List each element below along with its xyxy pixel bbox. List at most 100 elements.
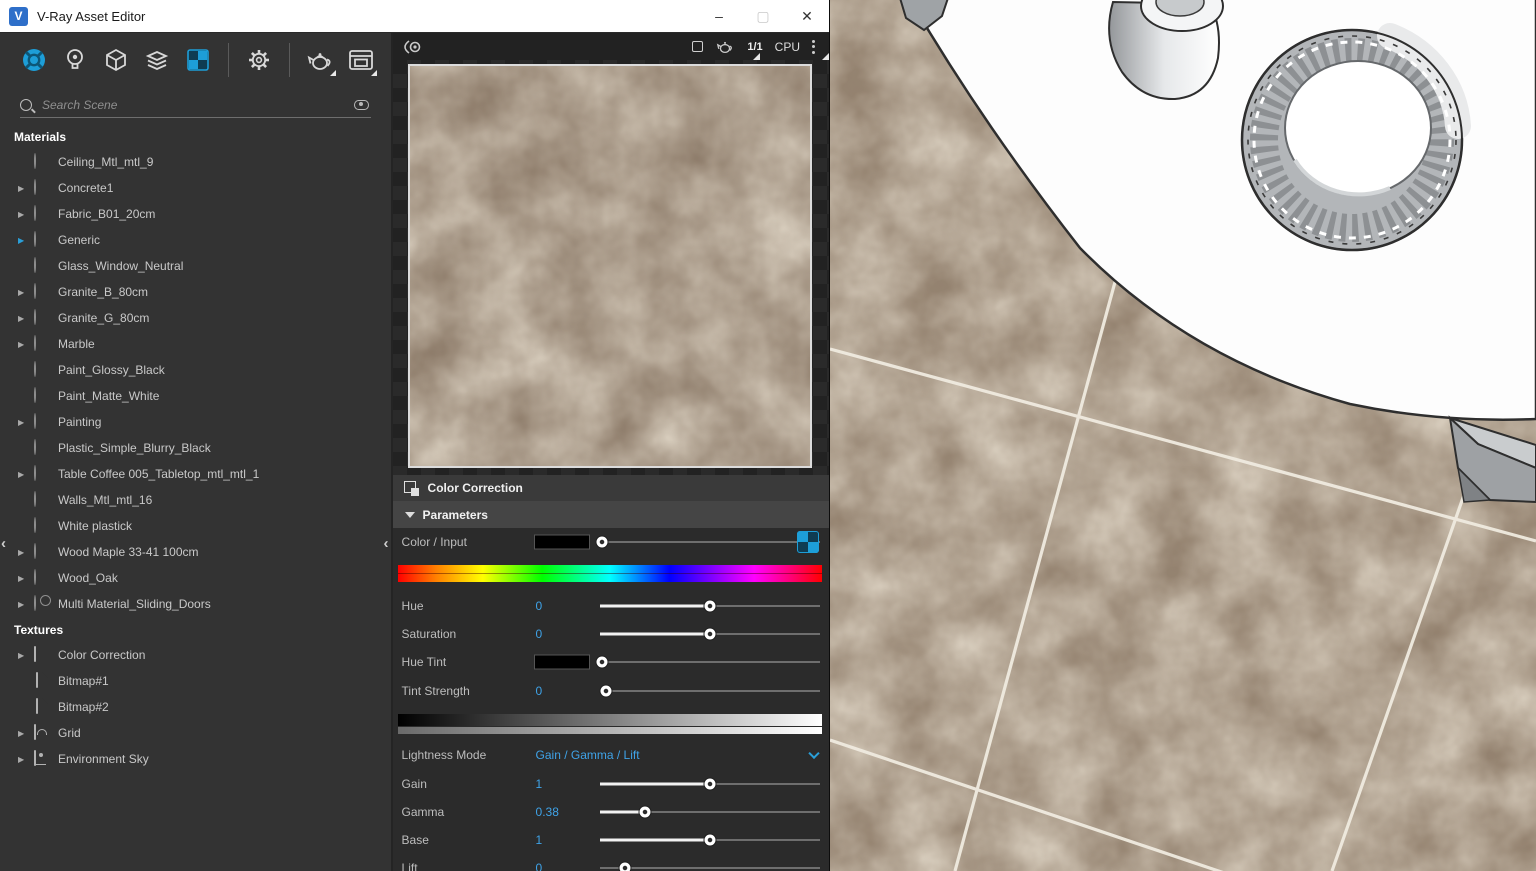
lift-value[interactable]: 0 [536,861,543,871]
saturation-slider[interactable] [599,620,820,648]
frame-buffer-dropdown-corner[interactable] [371,69,377,76]
texture-preview-image[interactable] [407,64,812,468]
frame-buffer-button[interactable] [347,46,377,76]
expand-arrow-icon[interactable]: ▶ [18,600,30,609]
texture-item[interactable]: ▶ Environment Sky [0,746,391,772]
material-item[interactable]: ▶ Paint_Matte_White [0,383,391,409]
materials-tab-icon[interactable] [20,46,48,74]
tint-strength-value[interactable]: 0 [536,684,543,698]
frame-dropdown-corner[interactable] [752,53,760,60]
panel-corner-handle[interactable] [822,53,829,60]
asset-list-panel: Materials ▶ Ceiling_Mtl_mtl_9 ▶ [0,33,393,871]
expand-arrow-icon[interactable]: ▶ [18,314,30,323]
material-item-label: Table Coffee 005_Tabletop_mtl_mtl_1 [58,467,260,481]
expand-arrow-icon[interactable]: ▶ [18,236,30,245]
material-item[interactable]: ▶ Paint_Glossy_Black [0,357,391,383]
texture-item[interactable]: ▶ Bitmap#2 [0,694,391,720]
visibility-filter-icon[interactable] [353,99,369,110]
material-item[interactable]: ▶ Granite_G_80cm [0,305,391,331]
geometry-tab-icon[interactable] [102,46,130,74]
material-item[interactable]: ▶ Wood Maple 33-41 100cm [0,539,391,565]
preview-rotate-icon[interactable] [403,39,425,55]
expand-arrow-icon[interactable]: ▶ [18,184,30,193]
frame-count-dropdown[interactable]: 1/1 [747,41,762,53]
lightness-gradient-row [393,706,829,740]
material-item[interactable]: ▶ Plastic_Simple_Blurry_Black [0,435,391,461]
material-item[interactable]: ▶ Glass_Window_Neutral [0,253,391,279]
search-input[interactable] [40,96,354,113]
expand-arrow-icon[interactable]: ▶ [18,729,30,738]
material-item[interactable]: ▶ Wood_Oak [0,565,391,591]
material-item[interactable]: ▶ Concrete1 [0,175,391,201]
expand-arrow-icon[interactable]: ▶ [18,548,30,557]
kebab-menu-icon[interactable] [812,39,815,54]
lightness-mode-dropdown-chevron[interactable] [807,747,820,760]
texture-slot-button[interactable] [796,531,819,553]
hue-tint-slider[interactable] [596,648,820,676]
textures-tab-icon[interactable] [184,46,212,74]
minimize-button[interactable]: – [697,0,741,32]
tint-strength-slider[interactable] [599,676,820,706]
material-item[interactable]: ▶ Ceiling_Mtl_mtl_9 [0,149,391,175]
hue-tint-row: Hue Tint [393,648,829,676]
titlebar[interactable]: V V-Ray Asset Editor – ▢ ✕ [0,0,829,33]
material-item[interactable]: ▶ Granite_B_80cm [0,279,391,305]
saturation-value[interactable]: 0 [536,627,543,641]
texture-item[interactable]: ▶ Bitmap#1 [0,668,391,694]
expand-arrow-icon[interactable]: ▶ [18,470,30,479]
render-device-label[interactable]: CPU [775,40,800,54]
asset-tree: Materials ▶ Ceiling_Mtl_mtl_9 ▶ [0,124,391,772]
tint-strength-label: Tint Strength [401,684,470,698]
expand-arrow-icon[interactable]: ▶ [18,755,30,764]
lightness-gradient-bar[interactable] [397,714,822,726]
material-item[interactable]: ▶ Painting [0,409,391,435]
collapse-panel-right-chevron[interactable]: ‹ [384,536,389,552]
material-item[interactable]: ▶ Generic [0,227,391,253]
texture-item-label: Bitmap#1 [58,674,109,688]
parameters-section-header[interactable]: Parameters [392,501,829,528]
texture-item[interactable]: ▶ Color Correction [0,642,391,668]
render-button[interactable] [306,46,336,76]
lift-slider[interactable] [599,854,820,871]
preview-shape-icon[interactable] [692,41,704,52]
material-item-label: Wood Maple 33-41 100cm [58,545,199,559]
render-dropdown-corner[interactable] [330,69,336,76]
gamma-value[interactable]: 0.38 [536,805,559,819]
textures-list: ▶ Color Correction ▶ Bitmap#1 [0,642,391,772]
expand-arrow-icon[interactable]: ▶ [18,651,30,660]
material-item[interactable]: ▶ Fabric_B01_20cm [0,201,391,227]
material-item[interactable]: ▶ White plastick [0,513,391,539]
gamma-slider[interactable] [599,798,820,826]
maximize-button[interactable]: ▢ [741,0,785,32]
settings-icon[interactable] [245,46,273,74]
material-item[interactable]: ▶ Marble [0,331,391,357]
material-item[interactable]: ▶ Table Coffee 005_Tabletop_mtl_mtl_1 [0,461,391,487]
expand-arrow-icon[interactable]: ▶ [18,574,30,583]
expand-arrow-icon[interactable]: ▶ [18,288,30,297]
base-slider[interactable] [599,826,820,854]
sketchup-viewport[interactable] [830,0,1536,871]
color-input-slider[interactable] [596,528,820,556]
hue-row: Hue 0 [393,592,829,620]
hue-value[interactable]: 0 [536,599,543,613]
texture-item-label: Bitmap#2 [58,700,109,714]
hue-spectrum-bar[interactable] [397,565,823,582]
collapse-panel-left-chevron[interactable]: ‹ [1,536,6,552]
preview-teapot-icon[interactable] [715,38,735,55]
close-button[interactable]: ✕ [785,0,829,32]
hue-tint-swatch[interactable] [533,654,590,670]
material-item[interactable]: ▶ Multi Material_Sliding_Doors [0,591,391,617]
gain-value[interactable]: 1 [536,777,543,791]
expand-arrow-icon[interactable]: ▶ [18,340,30,349]
lightness-mode-value[interactable]: Gain / Gamma / Lift [536,748,640,762]
lights-tab-icon[interactable] [61,46,89,74]
base-value[interactable]: 1 [536,833,543,847]
color-input-swatch[interactable] [533,534,590,550]
gain-slider[interactable] [599,770,820,798]
expand-arrow-icon[interactable]: ▶ [18,418,30,427]
render-elements-tab-icon[interactable] [143,46,171,74]
texture-item[interactable]: ▶ Grid [0,720,391,746]
hue-slider[interactable] [599,592,820,620]
material-item[interactable]: ▶ Walls_Mtl_mtl_16 [0,487,391,513]
expand-arrow-icon[interactable]: ▶ [18,210,30,219]
